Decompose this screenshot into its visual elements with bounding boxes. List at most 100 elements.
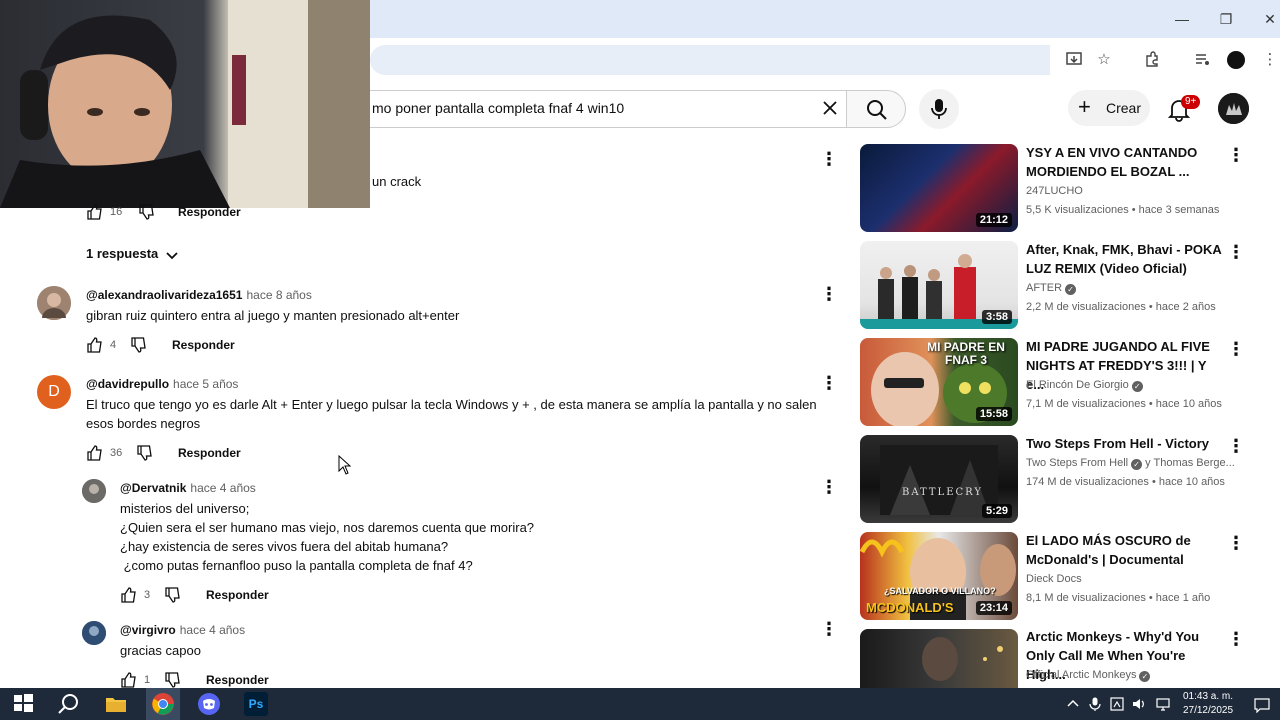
taskbar-clock[interactable]: 01:43 a. m. 27/12/2025 xyxy=(1176,690,1240,718)
video-title[interactable]: YSY A EN VIVO CANTANDO MORDIENDO EL BOZA… xyxy=(1026,143,1226,181)
discord-icon[interactable] xyxy=(197,692,221,716)
video-menu-icon[interactable]: ⋮ xyxy=(1227,243,1245,261)
clear-search-icon[interactable] xyxy=(820,98,840,118)
like-icon[interactable] xyxy=(86,444,104,462)
search-input[interactable]: mo poner pantalla completa fnaf 4 win10 xyxy=(372,100,624,116)
video-menu-icon[interactable]: ⋮ xyxy=(1227,146,1245,164)
dislike-icon[interactable] xyxy=(130,336,148,354)
webcam-overlay xyxy=(0,0,370,208)
photoshop-icon[interactable]: Ps xyxy=(244,692,268,716)
display-tray-icon[interactable] xyxy=(1156,697,1170,711)
tray-chevron-up-icon[interactable] xyxy=(1066,697,1080,711)
minimize-button[interactable]: — xyxy=(1170,8,1194,30)
like-count: 1 xyxy=(144,674,151,686)
chrome-icon[interactable] xyxy=(151,692,175,716)
search-button[interactable] xyxy=(846,90,906,128)
action-center-icon[interactable] xyxy=(1254,697,1270,714)
video-menu-icon[interactable]: ⋮ xyxy=(1227,534,1245,552)
comment-menu-icon[interactable]: ⋮ xyxy=(820,374,838,392)
reply-actions: 1 Responder xyxy=(120,670,320,690)
video-channel[interactable]: Two Steps From Hell ✓ y Thomas Berge... xyxy=(1026,457,1240,470)
close-window-button[interactable]: ✕ xyxy=(1258,8,1280,30)
create-button[interactable]: + Crear xyxy=(1068,90,1150,126)
bookmark-star-icon[interactable]: ☆ xyxy=(1094,50,1114,70)
video-thumbnail[interactable]: 3:58 xyxy=(860,241,1018,329)
reply-menu-icon[interactable]: ⋮ xyxy=(820,620,838,638)
comment-author[interactable]: @alexandraolivarideza1651 hace 8 años xyxy=(86,288,312,302)
reply-menu-icon[interactable]: ⋮ xyxy=(820,478,838,496)
browser-menu-icon[interactable]: ⋮ xyxy=(1260,50,1280,70)
chevron-down-icon[interactable] xyxy=(164,248,180,264)
microphone-tray-icon[interactable] xyxy=(1088,697,1102,711)
like-icon[interactable] xyxy=(120,586,138,604)
channel-name[interactable]: Official Arctic Monkeys xyxy=(1026,669,1136,681)
comment-menu-icon[interactable]: ⋮ xyxy=(820,285,838,303)
dislike-icon[interactable] xyxy=(138,203,156,221)
video-title[interactable]: El LADO MÁS OSCURO de McDonald's | Docum… xyxy=(1026,531,1226,569)
video-channel[interactable]: El Rincón De Giorgio ✓ xyxy=(1026,379,1143,392)
comment-author[interactable]: @davidrepullo hace 5 años xyxy=(86,377,238,391)
video-thumbnail[interactable]: ¿SALVADOR O VILLANO? MCDONALD'S 23:14 xyxy=(860,532,1018,620)
video-title[interactable]: Two Steps From Hell - Victory xyxy=(1026,434,1226,453)
profile-avatar-icon[interactable] xyxy=(1226,50,1246,70)
file-explorer-icon[interactable] xyxy=(104,692,128,716)
address-bar[interactable] xyxy=(370,45,1050,75)
search-icon[interactable] xyxy=(57,692,81,716)
comment-handle[interactable]: @alexandraolivarideza1651 xyxy=(86,288,242,302)
reply-actions: 3 Responder xyxy=(120,585,320,605)
channel-name[interactable]: AFTER xyxy=(1026,282,1062,294)
comment-actions: 36 Responder xyxy=(86,443,286,463)
video-duration: 5:29 xyxy=(981,504,1012,518)
account-avatar[interactable] xyxy=(1218,93,1249,124)
reply-button[interactable]: Responder xyxy=(178,205,241,219)
reply-handle[interactable]: @Dervatnik xyxy=(120,481,186,495)
install-app-icon[interactable] xyxy=(1064,50,1084,70)
commenter-avatar[interactable] xyxy=(37,286,71,320)
video-menu-icon[interactable]: ⋮ xyxy=(1227,630,1245,648)
like-icon[interactable] xyxy=(86,203,104,221)
thumbnail-subcaption: ¿SALVADOR O VILLANO? xyxy=(884,586,996,596)
like-icon[interactable] xyxy=(120,671,138,689)
restore-button[interactable]: ❐ xyxy=(1214,8,1238,30)
comment-handle[interactable]: @davidrepullo xyxy=(86,377,169,391)
reply-button[interactable]: Responder xyxy=(206,673,269,687)
replier-avatar[interactable] xyxy=(82,479,106,503)
volume-tray-icon[interactable] xyxy=(1132,697,1146,711)
video-title[interactable]: After, Knak, FMK, Bhavi - POKA LUZ REMIX… xyxy=(1026,240,1226,278)
channel-name[interactable]: El Rincón De Giorgio xyxy=(1026,379,1129,391)
video-channel[interactable]: Dieck Docs xyxy=(1026,573,1082,585)
reply-button[interactable]: Responder xyxy=(178,446,241,460)
video-menu-icon[interactable]: ⋮ xyxy=(1227,437,1245,455)
reply-author[interactable]: @Dervatnik hace 4 años xyxy=(120,481,256,495)
comment-menu-icon[interactable]: ⋮ xyxy=(820,150,838,168)
notification-count-badge: 9+ xyxy=(1181,95,1201,109)
verified-icon: ✓ xyxy=(1065,284,1077,295)
video-menu-icon[interactable]: ⋮ xyxy=(1227,340,1245,358)
reply-handle[interactable]: @virgivro xyxy=(120,623,176,637)
verified-icon: ✓ xyxy=(1139,671,1151,682)
dislike-icon[interactable] xyxy=(164,586,182,604)
channel-collaborators[interactable]: y Thomas Berge... xyxy=(1145,457,1235,469)
replier-avatar[interactable] xyxy=(82,621,106,645)
video-channel[interactable]: Official Arctic Monkeys ✓ xyxy=(1026,669,1151,682)
windows-start-icon[interactable] xyxy=(12,692,36,716)
reply-button[interactable]: Responder xyxy=(172,338,235,352)
video-thumbnail[interactable]: BATTLECRY 5:29 xyxy=(860,435,1018,523)
reply-author[interactable]: @virgivro hace 4 años xyxy=(120,623,245,637)
channel-name[interactable]: Two Steps From Hell xyxy=(1026,457,1128,469)
dislike-icon[interactable] xyxy=(164,671,182,689)
video-channel[interactable]: AFTER ✓ xyxy=(1026,282,1077,295)
extensions-icon[interactable] xyxy=(1142,50,1162,70)
like-icon[interactable] xyxy=(86,336,104,354)
video-thumbnail[interactable] xyxy=(860,629,1018,688)
media-controls-icon[interactable] xyxy=(1192,50,1212,70)
commenter-avatar[interactable]: D xyxy=(37,375,71,409)
like-count: 4 xyxy=(110,339,117,351)
video-thumbnail[interactable]: 21:12 xyxy=(860,144,1018,232)
video-channel[interactable]: 247LUCHO xyxy=(1026,185,1083,197)
dislike-icon[interactable] xyxy=(136,444,154,462)
voice-search-button[interactable] xyxy=(919,89,959,129)
network-tray-icon[interactable] xyxy=(1110,697,1124,711)
video-thumbnail[interactable]: MI PADRE EN FNAF 3 15:58 xyxy=(860,338,1018,426)
reply-button[interactable]: Responder xyxy=(206,588,269,602)
